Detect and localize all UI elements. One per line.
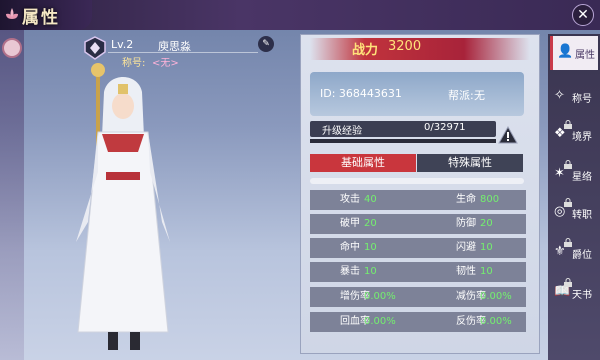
exp-track [310, 139, 496, 143]
player-id: ID: 368443631 [320, 87, 402, 100]
guild-value: 无 [474, 89, 485, 102]
stat-row: 破甲 20 防御 20 [310, 214, 526, 234]
stat-value: 0.00% [480, 316, 512, 327]
sash [106, 172, 140, 180]
tab-special-attributes[interactable]: 特殊属性 [417, 154, 523, 172]
title-icon: ✧ [554, 88, 565, 103]
lotus-icon [6, 8, 18, 19]
close-icon: ✕ [577, 7, 589, 23]
person-icon: 👤 [557, 44, 574, 59]
side-tab-3[interactable]: ✶ 星络 [550, 158, 598, 192]
left-decoration-strip [0, 30, 24, 360]
side-tab-label: 转职 [572, 210, 592, 221]
stat-name: 防御 [456, 218, 476, 229]
lock-icon [564, 160, 572, 169]
rank-badge-icon [84, 36, 106, 60]
side-tab-1[interactable]: ✧ 称号 [550, 80, 598, 114]
stat-row: 回血率 0.00% 反伤率 0.00% [310, 312, 526, 332]
side-tab-4[interactable]: ◎ 转职 [550, 196, 598, 230]
lock-icon [564, 278, 572, 287]
collar [102, 134, 144, 152]
stat-name: 闪避 [456, 242, 476, 253]
side-tab-label: 属性 [575, 50, 595, 61]
stat-value: 40 [364, 194, 377, 205]
stat-value: 10 [480, 266, 493, 277]
staff-head [91, 63, 105, 77]
stat-value: 20 [480, 218, 493, 229]
close-button[interactable]: ✕ [572, 4, 594, 26]
divider [108, 52, 258, 53]
stat-value: 0.00% [364, 291, 396, 302]
stat-row: 增伤率 0.00% 减伤率 0.00% [310, 287, 526, 307]
stat-value: 800 [480, 194, 500, 205]
ornament-icon [2, 38, 22, 58]
lock-icon [564, 120, 572, 129]
lock-icon [564, 198, 572, 207]
combat-power-value: 3200 [388, 39, 422, 54]
player-level: Lv.2 [111, 38, 134, 51]
lock-icon [564, 238, 572, 247]
tab-basic-attributes[interactable]: 基础属性 [310, 154, 416, 172]
rename-button[interactable]: ✎ [258, 36, 274, 52]
left-boot [108, 332, 118, 350]
stat-value: 10 [364, 266, 377, 277]
side-tab-label: 天书 [572, 290, 592, 301]
guild-label: 帮派: [448, 89, 474, 102]
pencil-icon: ✎ [262, 39, 270, 49]
side-tab-0[interactable]: 👤 属性 [550, 36, 598, 70]
exp-label: 升级经验 [322, 126, 362, 137]
right-boot [130, 332, 140, 350]
face [112, 93, 134, 119]
title-banner: 属性 [0, 0, 92, 30]
side-tab-5[interactable]: ⚜ 爵位 [550, 236, 598, 270]
side-tab-label: 称号 [572, 94, 592, 105]
side-tab-6[interactable]: 📖 天书 [550, 276, 598, 310]
stat-value: 10 [480, 242, 493, 253]
page-title: 属性 [22, 8, 60, 28]
stat-row: 命中 10 闪避 10 [310, 238, 526, 258]
stat-value: 10 [364, 242, 377, 253]
stat-name: 韧性 [456, 266, 476, 277]
scrollbar[interactable] [310, 178, 524, 184]
stat-name: 攻击 [340, 194, 360, 205]
stat-value: 20 [364, 218, 377, 229]
stat-value: 0.00% [364, 316, 396, 327]
stat-name: 生命 [456, 194, 476, 205]
stat-name: 破甲 [340, 218, 360, 229]
robe [77, 131, 169, 333]
warning-icon[interactable] [498, 126, 518, 144]
exp-value: 0/32971 [424, 122, 466, 133]
character-model [76, 63, 170, 350]
side-tab-label: 爵位 [572, 250, 592, 261]
stat-name: 命中 [340, 242, 360, 253]
side-tab-label: 境界 [572, 132, 592, 143]
stat-row: 暴击 10 韧性 10 [310, 262, 526, 282]
side-tab-label: 星络 [572, 172, 592, 183]
side-tab-2[interactable]: ❖ 境界 [550, 118, 598, 152]
combat-power-label: 战力 [352, 43, 379, 58]
stat-row: 攻击 40 生命 800 [310, 190, 526, 210]
stat-value: 0.00% [480, 291, 512, 302]
stat-name: 暴击 [340, 266, 360, 277]
crown [118, 84, 128, 94]
